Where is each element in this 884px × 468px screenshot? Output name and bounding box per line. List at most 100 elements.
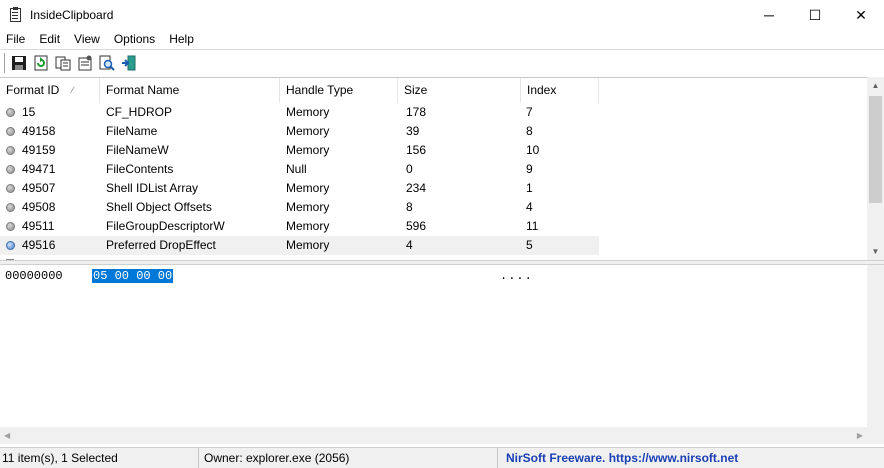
cell-size: 156 — [406, 143, 427, 157]
refresh-button[interactable] — [30, 52, 52, 74]
table-row[interactable]: 49508 Shell Object Offsets Memory 8 4 — [0, 198, 867, 217]
column-format-id[interactable]: Format ID ⁄ — [0, 78, 100, 103]
properties-icon — [78, 55, 92, 71]
maximize-button[interactable]: ☐ — [792, 0, 838, 30]
hex-bytes-selected[interactable]: 05 00 00 00 — [92, 269, 174, 283]
menu-view[interactable]: View — [67, 30, 107, 49]
cell-format-id: 49159 — [22, 143, 56, 157]
globe-dot-icon — [6, 241, 15, 250]
cell-format-name: FileNameW — [106, 143, 169, 157]
table-row[interactable]: 49507 Shell IDList Array Memory 234 1 — [0, 179, 867, 198]
cell-format-name: Preferred DropEffect — [100, 236, 280, 255]
list-header: Format ID ⁄ Format Name Handle Type Size… — [0, 78, 867, 103]
table-row[interactable]: 49471 FileContents Null 0 9 — [0, 160, 867, 179]
sort-ascending-icon: ⁄ — [72, 85, 74, 95]
column-format-name[interactable]: Format Name — [100, 78, 280, 103]
menu-edit[interactable]: Edit — [32, 30, 67, 49]
menu-help[interactable]: Help — [162, 30, 201, 49]
refresh-icon — [34, 55, 48, 71]
cell-format-id: 49471 — [22, 162, 56, 176]
cell-index: 4 — [526, 200, 533, 214]
save-button[interactable] — [8, 52, 30, 74]
cell-format-name: Shell Object Offsets — [106, 200, 212, 214]
list-vertical-scrollbar[interactable]: ▲ ▼ — [867, 77, 884, 260]
cell-format-name: FileName — [106, 124, 158, 138]
hex-offset: 00000000 — [5, 269, 63, 283]
cell-handle-type: Memory — [286, 200, 330, 214]
table-row[interactable]: 49511 FileGroupDescriptorW Memory 596 11 — [0, 217, 867, 236]
cell-index: 10 — [526, 143, 540, 157]
column-format-id-label: Format ID — [6, 83, 60, 97]
exit-icon — [122, 55, 136, 71]
format-dot-icon — [6, 127, 15, 136]
clipboard-app-icon — [8, 7, 24, 23]
cell-size: 4 — [398, 236, 518, 255]
table-row-selected[interactable]: 49516 Preferred DropEffect Memory 4 5 — [0, 236, 867, 255]
cell-index: 7 — [526, 105, 533, 119]
table-row[interactable]: 49158 FileName Memory 39 8 — [0, 122, 867, 141]
copy-button[interactable] — [52, 52, 74, 74]
scrollbar-thumb[interactable] — [869, 96, 882, 203]
minimize-button[interactable]: ─ — [746, 0, 792, 30]
copy-icon — [55, 56, 71, 71]
table-row[interactable]: 15 CF_HDROP Memory 178 7 — [0, 103, 867, 122]
toolbar — [0, 49, 884, 76]
status-item-count: 11 item(s), 1 Selected — [0, 447, 199, 468]
scroll-left-icon[interactable]: ◀ — [4, 431, 10, 440]
hex-vertical-scrollbar[interactable] — [867, 265, 884, 444]
cell-handle-type: Null — [286, 162, 307, 176]
column-index[interactable]: Index — [521, 78, 599, 103]
save-icon — [12, 56, 26, 70]
menu-options[interactable]: Options — [107, 30, 162, 49]
cell-format-name: CF_HDROP — [106, 105, 173, 119]
table-row[interactable]: 49159 FileNameW Memory 156 10 — [0, 141, 867, 160]
clipboard-format-list[interactable]: Format ID ⁄ Format Name Handle Type Size… — [0, 77, 884, 260]
scroll-down-icon[interactable]: ▼ — [867, 243, 884, 260]
cell-index: 1 — [526, 181, 533, 195]
status-owner: Owner: explorer.exe (2056) — [199, 447, 498, 468]
cell-size: 8 — [406, 200, 413, 214]
cell-format-id: 49508 — [22, 200, 56, 214]
window-title: InsideClipboard — [30, 8, 114, 22]
column-handle-type[interactable]: Handle Type — [280, 78, 398, 103]
format-dot-icon — [6, 184, 15, 193]
cell-index: 9 — [526, 162, 533, 176]
cell-format-id: 49158 — [22, 124, 56, 138]
cell-format-name: FileContents — [106, 162, 174, 176]
scroll-up-icon[interactable]: ▲ — [867, 77, 884, 94]
title-bar: InsideClipboard ─ ☐ ✕ — [0, 0, 884, 30]
column-size[interactable]: Size — [398, 78, 521, 103]
cell-size: 234 — [406, 181, 427, 195]
find-button[interactable] — [96, 52, 118, 74]
scrollbar-corner — [867, 427, 884, 444]
cell-handle-type: Memory — [286, 219, 330, 233]
format-dot-icon — [6, 222, 15, 231]
format-dot-icon — [6, 146, 15, 155]
cell-size: 0 — [406, 162, 413, 176]
status-bar: 11 item(s), 1 Selected Owner: explorer.e… — [0, 447, 884, 468]
cell-index: 8 — [526, 124, 533, 138]
cell-handle-type: Memory — [286, 181, 330, 195]
hex-view-pane[interactable]: 00000000 05 00 00 00 .... — [0, 265, 884, 427]
cell-size: 178 — [406, 105, 427, 119]
close-button[interactable]: ✕ — [838, 0, 884, 30]
menu-file[interactable]: File — [0, 30, 32, 49]
cell-format-id: 49507 — [22, 181, 56, 195]
status-nirsoft-link[interactable]: NirSoft Freeware. https://www.nirsoft.ne… — [498, 448, 884, 468]
window-controls: ─ ☐ ✕ — [746, 0, 884, 30]
cell-size: 39 — [406, 124, 420, 138]
exit-button[interactable] — [118, 52, 140, 74]
cell-format-name: FileGroupDescriptorW — [106, 219, 225, 233]
cell-format-id: 49511 — [22, 219, 55, 233]
hex-ascii: .... — [500, 269, 533, 283]
cell-size: 596 — [406, 219, 427, 233]
scroll-right-icon[interactable]: ▶ — [857, 431, 863, 440]
cell-index: 11 — [526, 219, 539, 233]
cell-handle-type: Memory — [286, 124, 330, 138]
cell-index: 5 — [518, 236, 599, 255]
cell-format-id: 49516 — [22, 238, 56, 252]
properties-button[interactable] — [74, 52, 96, 74]
hex-horizontal-scrollbar[interactable]: ◀ ▶ — [0, 427, 867, 444]
cell-handle-type: Memory — [286, 105, 330, 119]
cell-format-name: Shell IDList Array — [106, 181, 199, 195]
